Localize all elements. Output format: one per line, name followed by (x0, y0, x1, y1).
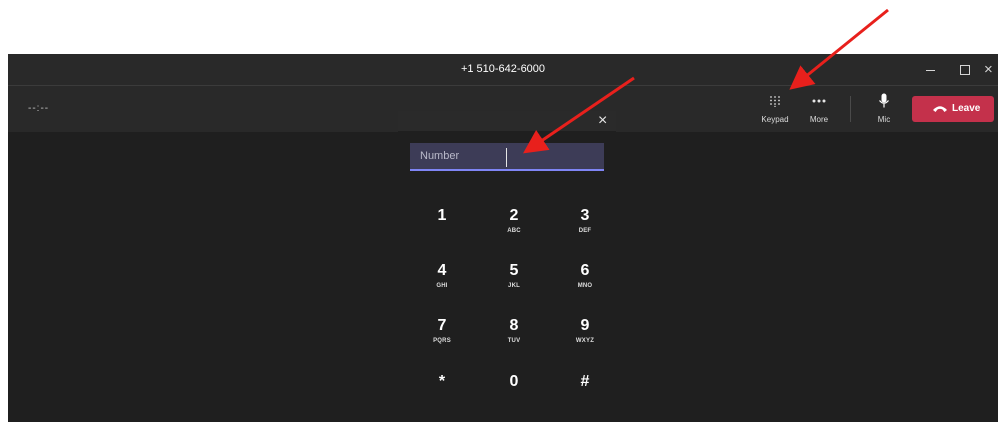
dial-key-star[interactable]: * (417, 373, 467, 415)
leave-button-label: Leave (952, 103, 981, 114)
toolbar-divider (850, 96, 851, 122)
close-window-button[interactable]: × (984, 60, 998, 80)
more-button-label: More (809, 115, 829, 124)
dial-key-9[interactable]: 9 WXYZ (560, 317, 610, 359)
more-button[interactable]: More (799, 94, 839, 128)
teams-call-window: +1 510-642-6000 × --:-- Keypad More Mic … (8, 54, 998, 422)
dial-key-6[interactable]: 6 MNO (560, 262, 610, 304)
dial-key-digit: 5 (509, 262, 519, 279)
text-cursor (506, 148, 507, 167)
dial-key-letters: DEF (578, 228, 592, 234)
dial-key-0[interactable]: 0 (489, 373, 539, 415)
dial-key-3[interactable]: 3 DEF (560, 207, 610, 249)
title-bar: +1 510-642-6000 × (8, 54, 998, 86)
keypad-button[interactable]: Keypad (755, 94, 795, 128)
window-title: +1 510-642-6000 (460, 63, 546, 75)
dial-key-digit: * (438, 373, 446, 390)
dial-key-digit: 7 (437, 317, 447, 334)
dial-key-digit: 3 (580, 207, 590, 224)
minimize-button[interactable] (920, 60, 942, 80)
dial-key-1[interactable]: 1 (417, 207, 467, 249)
dial-key-7[interactable]: 7 PQRS (417, 317, 467, 359)
dial-key-letters: ABC (507, 228, 521, 234)
dial-pad-close-button[interactable]: × (598, 113, 607, 129)
dial-key-digit: 6 (580, 262, 590, 279)
maximize-button[interactable] (954, 60, 976, 80)
call-timer: --:-- (28, 103, 50, 114)
keypad-grid-icon (770, 96, 780, 107)
leave-button[interactable]: Leave (912, 96, 994, 122)
dial-key-letters: TUV (507, 338, 521, 344)
dial-key-letters: GHI (436, 283, 448, 289)
dial-key-digit: 8 (509, 317, 519, 334)
dial-key-letters: WXYZ (575, 338, 595, 344)
dial-key-hash[interactable]: # (560, 373, 610, 415)
dial-key-digit: 0 (509, 373, 519, 390)
dial-key-letters: MNO (577, 283, 593, 289)
number-input[interactable] (410, 143, 604, 171)
keypad-button-label: Keypad (761, 115, 789, 124)
dial-key-digit: # (580, 373, 590, 390)
mic-button[interactable]: Mic (864, 93, 904, 128)
dial-pad-header: × (398, 111, 616, 131)
dial-key-digit: 4 (437, 262, 447, 279)
dial-key-5[interactable]: 5 JKL (489, 262, 539, 304)
dial-key-digit: 2 (509, 207, 519, 224)
dial-key-letters: JKL (508, 283, 520, 289)
mic-button-label: Mic (877, 115, 891, 124)
hang-up-phone-icon (933, 106, 947, 112)
dial-key-8[interactable]: 8 TUV (489, 317, 539, 359)
dial-key-4[interactable]: 4 GHI (417, 262, 467, 304)
dial-pad-panel: × 1 2 ABC 3 DEF 4 GHI 5 JKL 6 MNO 7 (398, 111, 616, 422)
dial-key-letters: PQRS (433, 338, 451, 344)
microphone-icon (879, 93, 889, 108)
more-dots-icon (812, 99, 826, 103)
dial-key-digit: 9 (580, 317, 590, 334)
dial-key-digit: 1 (437, 207, 447, 224)
dial-key-2[interactable]: 2 ABC (489, 207, 539, 249)
